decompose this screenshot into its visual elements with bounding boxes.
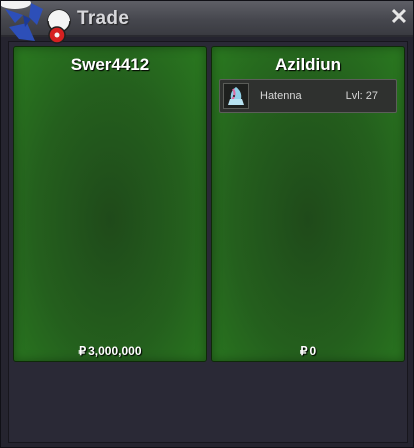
player-offer-panel-left[interactable]: Swer4412 ₽3,000,000 <box>13 46 207 362</box>
money-amount-left: 3,000,000 <box>88 344 142 358</box>
money-offer-right: ₽0 <box>212 344 404 358</box>
close-button[interactable]: ✕ <box>389 6 409 28</box>
money-offer-left: ₽3,000,000 <box>14 344 206 358</box>
item-level: Lvl: 27 <box>345 90 378 102</box>
trade-window: Trade ✕ Swer4412 ₽3,000,000 Azildiun Hat… <box>0 0 414 448</box>
hatenna-sprite-icon <box>223 83 249 109</box>
money-amount-right: 0 <box>309 344 317 358</box>
window-title: Trade <box>77 8 130 29</box>
game-logo-icon <box>1 1 71 44</box>
trade-content: Swer4412 ₽3,000,000 Azildiun Hatenna Lvl… <box>8 41 408 443</box>
player-offer-panel-right[interactable]: Azildiun Hatenna Lvl: 27 ₽0 <box>211 46 405 362</box>
item-name: Hatenna <box>260 90 302 102</box>
player-name-right: Azildiun <box>274 55 342 74</box>
currency-symbol-left: ₽ <box>78 344 87 358</box>
trade-item-row[interactable]: Hatenna Lvl: 27 <box>219 79 397 113</box>
player-name-left: Swer4412 <box>70 55 150 74</box>
currency-symbol-right: ₽ <box>299 344 308 358</box>
